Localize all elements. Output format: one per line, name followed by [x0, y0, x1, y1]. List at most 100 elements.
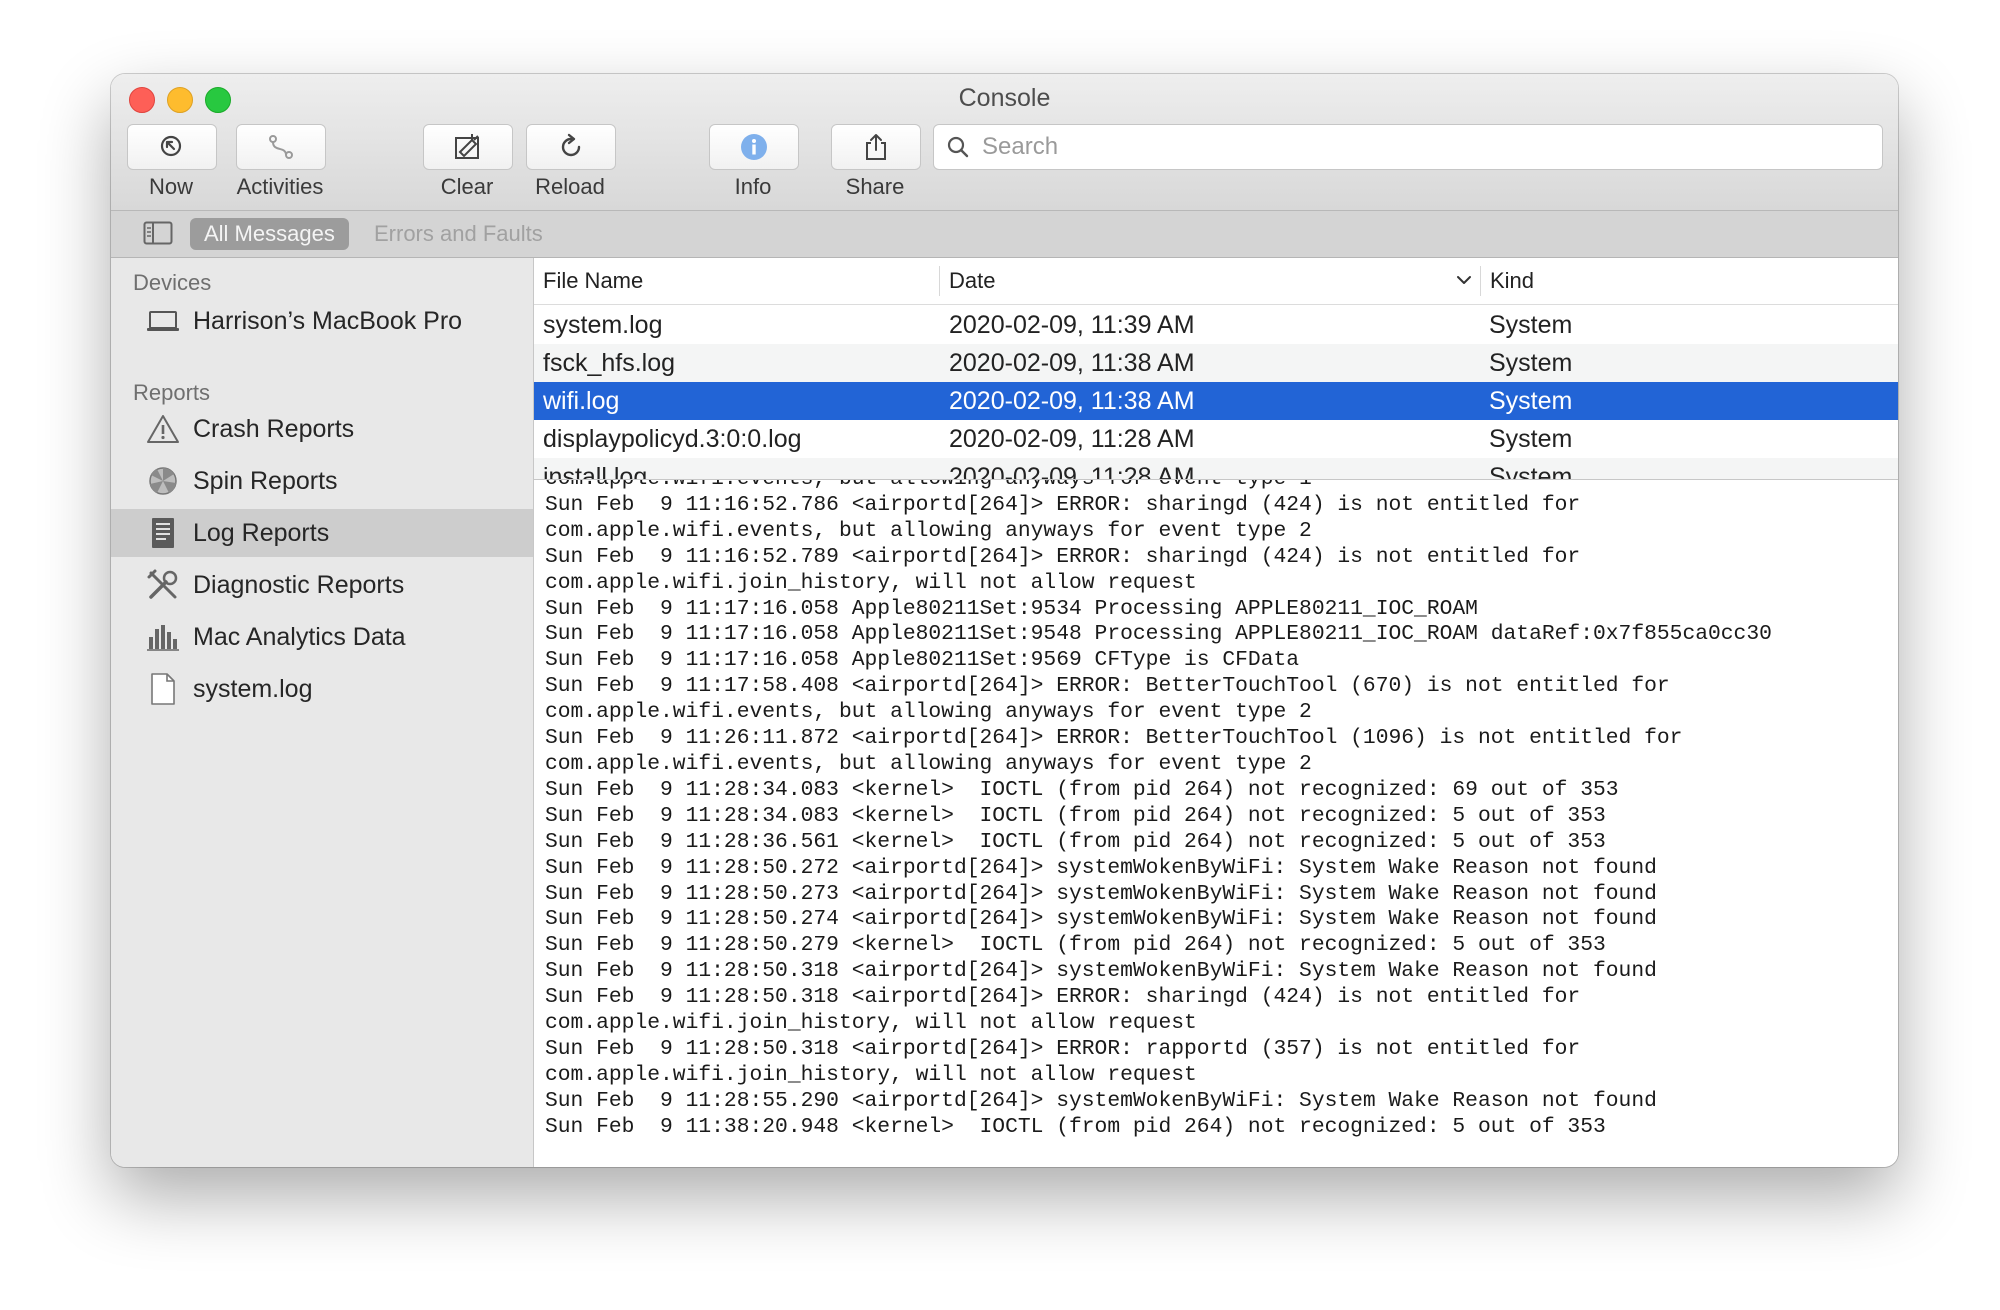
table-row[interactable]: system.log 2020-02-09, 11:39 AM System: [534, 306, 1898, 344]
sidebar-item-log-reports[interactable]: Log Reports: [111, 509, 533, 557]
reload-button[interactable]: [526, 124, 616, 170]
cell-kind: System: [1489, 463, 1573, 480]
sidebar-item-label: Spin Reports: [193, 466, 338, 495]
log-line: Sun Feb 9 11:16:52.789 <airportd[264]> E…: [545, 544, 1581, 569]
log-line: Sun Feb 9 11:28:50.273 <airportd[264]> s…: [545, 881, 1657, 906]
analytics-icon: [145, 623, 181, 651]
search-icon: [947, 136, 969, 158]
log-line: Sun Feb 9 11:28:50.272 <airportd[264]> s…: [545, 855, 1657, 880]
cell-date: 2020-02-09, 11:39 AM: [949, 311, 1195, 339]
now-button[interactable]: [127, 124, 217, 170]
log-lines: com.apple.wifi.events, but allowing anyw…: [545, 480, 1772, 1141]
cell-kind: System: [1489, 349, 1573, 377]
sidebar-item-label: Crash Reports: [193, 414, 355, 443]
cell-kind: System: [1489, 311, 1573, 339]
log-line: Sun Feb 9 11:28:50.318 <airportd[264]> E…: [545, 1036, 1581, 1061]
cell-file-name: displaypolicyd.3:0:0.log: [543, 425, 802, 453]
sidebar-item-crash-reports[interactable]: Crash Reports: [111, 405, 533, 453]
search-field[interactable]: [933, 124, 1883, 170]
info-label: Info: [734, 174, 772, 199]
spin-icon: [145, 465, 181, 497]
tools-icon: [145, 568, 181, 602]
cell-date: 2020-02-09, 11:38 AM: [949, 349, 1195, 377]
log-line: com.apple.wifi.join_history, will not al…: [545, 1011, 1197, 1036]
console-window: Console Now Activities Clear Reload Info…: [111, 74, 1898, 1167]
log-line: com.apple.wifi.events, but allowing anyw…: [545, 700, 1312, 725]
info-icon: [741, 134, 767, 160]
log-line: com.apple.wifi.join_history, will not al…: [545, 1062, 1197, 1087]
clear-icon: [455, 134, 479, 159]
cell-date: 2020-02-09, 11:28 AM: [949, 425, 1195, 453]
log-line: Sun Feb 9 11:28:50.318 <airportd[264]> s…: [545, 959, 1657, 984]
sidebar-item-label: Log Reports: [193, 518, 330, 547]
sidebar-item-diagnostic-reports[interactable]: Diagnostic Reports: [111, 561, 533, 609]
log-line: Sun Feb 9 11:28:36.561 <kernel> IOCTL (f…: [545, 829, 1606, 854]
reports-header: Reports: [133, 380, 211, 405]
log-content-view[interactable]: com.apple.wifi.events, but allowing anyw…: [534, 480, 1898, 1167]
sidebar: Devices Harrison’s MacBook Pro Reports C…: [111, 258, 534, 1167]
share-button[interactable]: [831, 124, 921, 170]
cell-file-name: wifi.log: [543, 387, 620, 415]
sidebar-item-system-log[interactable]: system.log: [111, 665, 533, 713]
log-line: Sun Feb 9 11:17:16.058 Apple80211Set:954…: [545, 622, 1772, 647]
log-line: Sun Feb 9 11:28:55.290 <airportd[264]> s…: [545, 1088, 1657, 1113]
sidebar-item-label: system.log: [193, 674, 313, 703]
log-line: Sun Feb 9 11:28:50.274 <airportd[264]> s…: [545, 907, 1657, 932]
sidebar-item-label: Mac Analytics Data: [193, 622, 406, 651]
cell-date: 2020-02-09, 11:28 AM: [949, 463, 1195, 480]
log-line: Sun Feb 9 11:28:34.083 <kernel> IOCTL (f…: [545, 803, 1606, 828]
warning-icon: [145, 413, 181, 445]
window-title: Console: [958, 84, 1051, 112]
filter-all-messages[interactable]: All Messages: [190, 218, 349, 250]
log-line: Sun Feb 9 11:16:52.786 <airportd[264]> E…: [545, 492, 1581, 517]
reload-label: Reload: [535, 174, 605, 199]
log-line: Sun Feb 9 11:28:50.279 <kernel> IOCTL (f…: [545, 933, 1606, 958]
log-line: com.apple.wifi.events, but allowing anyw…: [545, 518, 1312, 543]
log-line: Sun Feb 9 11:17:16.058 Apple80211Set:953…: [545, 596, 1478, 621]
log-line: Sun Feb 9 11:26:11.872 <airportd[264]> E…: [545, 726, 1683, 751]
filter-errors-and-faults[interactable]: Errors and Faults: [374, 218, 543, 250]
laptop-icon: [145, 309, 181, 333]
log-line: Sun Feb 9 11:28:34.083 <kernel> IOCTL (f…: [545, 777, 1619, 802]
filter-bar: All Messages Errors and Faults: [111, 211, 1898, 258]
devices-header: Devices: [133, 270, 212, 295]
column-header-file-name[interactable]: File Name: [534, 258, 643, 304]
cell-kind: System: [1489, 387, 1573, 415]
sidebar-toggle-icon[interactable]: [143, 221, 173, 245]
log-line: com.apple.wifi.join_history, will not al…: [545, 570, 1197, 595]
column-header-date[interactable]: Date: [940, 258, 995, 304]
log-document-icon: [145, 516, 181, 550]
search-input[interactable]: [980, 129, 1864, 165]
cell-date: 2020-02-09, 11:38 AM: [949, 387, 1195, 415]
table-row[interactable]: fsck_hfs.log 2020-02-09, 11:38 AM System: [534, 344, 1898, 382]
chevron-down-icon[interactable]: [1454, 270, 1474, 290]
log-line: Sun Feb 9 11:17:58.408 <airportd[264]> E…: [545, 674, 1670, 699]
reload-icon: [561, 133, 581, 157]
clear-button[interactable]: [423, 124, 513, 170]
table-row-selected[interactable]: wifi.log 2020-02-09, 11:38 AM System: [534, 382, 1898, 420]
sidebar-item-spin-reports[interactable]: Spin Reports: [111, 457, 533, 505]
table-row[interactable]: displaypolicyd.3:0:0.log 2020-02-09, 11:…: [534, 420, 1898, 458]
log-files-table: File Name Date Kind system.log 2020-02-0…: [534, 258, 1898, 480]
table-header: File Name Date Kind: [534, 258, 1898, 305]
column-header-kind[interactable]: Kind: [1481, 258, 1534, 304]
cell-file-name: fsck_hfs.log: [543, 349, 676, 377]
toolbar: Console Now Activities Clear Reload Info…: [111, 74, 1898, 211]
sidebar-item-label: Harrison’s MacBook Pro: [193, 306, 463, 335]
table-row[interactable]: install.log 2020-02-09, 11:28 AM System: [534, 458, 1898, 480]
activities-button[interactable]: [236, 124, 326, 170]
sidebar-item-label: Diagnostic Reports: [193, 570, 405, 599]
log-line: Sun Feb 9 11:38:20.948 <kernel> IOCTL (f…: [545, 1114, 1606, 1139]
log-line: com.apple.wifi.events, but allowing anyw…: [545, 480, 1772, 493]
log-line: com.apple.wifi.events, but allowing anyw…: [545, 751, 1312, 776]
cell-file-name: system.log: [543, 311, 663, 339]
log-line: Sun Feb 9 11:28:50.318 <airportd[264]> E…: [545, 985, 1581, 1010]
share-label: Share: [845, 174, 905, 199]
document-icon: [145, 672, 181, 706]
sidebar-item-mac-analytics-data[interactable]: Mac Analytics Data: [111, 613, 533, 661]
cell-file-name: install.log: [543, 463, 648, 480]
info-button[interactable]: [709, 124, 799, 170]
now-icon: [160, 135, 182, 157]
sidebar-item-device[interactable]: Harrison’s MacBook Pro: [111, 297, 533, 345]
activities-label: Activities: [236, 174, 324, 199]
